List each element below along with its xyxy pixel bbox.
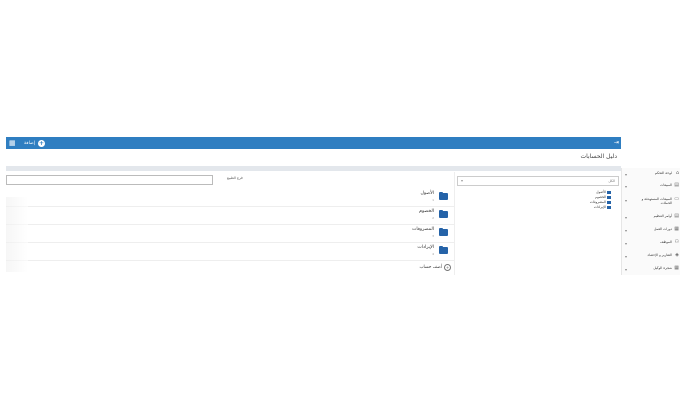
tree-node[interactable]: الإيرادات xyxy=(590,205,611,210)
sidebar-item-label: التقارير و الإحصاء xyxy=(647,253,672,257)
account-row[interactable]: الأصول 1 xyxy=(6,189,454,207)
page-title: دليل الحسابات xyxy=(580,153,617,160)
sidebar-item-campaigns[interactable]: ▭ المبيعات المستهدفة و الحملات ▾ xyxy=(622,194,680,210)
orders-icon: ▤ xyxy=(674,213,679,219)
search-label: فرع الطبيع xyxy=(227,176,243,180)
sales-icon: ▤ xyxy=(674,182,679,188)
account-code: 2 xyxy=(432,216,434,220)
sidebar: ⌂ لوحة التحكم ▾ ▤ المبيعات ▾ ▭ المبيعات … xyxy=(621,168,680,275)
sidebar-item-label: لوحة التحكم xyxy=(654,171,672,175)
panel-shadow xyxy=(6,197,28,272)
campaign-icon: ▭ xyxy=(674,196,679,202)
chevron-down-icon: ▾ xyxy=(625,228,628,233)
user-icon: ⚇ xyxy=(674,239,679,245)
filter-select[interactable]: الكل ▾ xyxy=(457,176,619,186)
workflow-icon: ▦ xyxy=(674,226,679,232)
tree-icon: ▦ xyxy=(674,265,679,271)
accounts-panel: فرع الطبيع الأصول 1 الخصوم 2 المصروفات 3… xyxy=(6,172,455,275)
account-name: المصروفات xyxy=(412,227,434,232)
add-account-button[interactable]: + أضف حساب xyxy=(419,264,451,271)
folder-icon xyxy=(439,245,448,254)
app-window: ▦ + إضافة ⇥ دليل الحسابات فرع الطبيع الأ… xyxy=(0,137,680,275)
sidebar-item-orders[interactable]: ▤ أوامر التنظيم ▾ xyxy=(622,211,680,224)
sidebar-item-employee[interactable]: ⚇ الموظف ▾ xyxy=(622,237,680,250)
tree-node-label: الإيرادات xyxy=(593,205,606,209)
account-code: 3 xyxy=(432,234,434,238)
plus-circle-icon: + xyxy=(38,139,46,147)
add-new-label: إضافة xyxy=(24,140,36,146)
account-name: الخصوم xyxy=(419,209,434,214)
page-header: دليل الحسابات xyxy=(6,149,621,166)
account-code: 1 xyxy=(432,198,434,202)
collapse-sidebar-icon[interactable]: ⇥ xyxy=(614,138,619,148)
sidebar-item-label: دورات العمل xyxy=(653,227,672,231)
accounts-tree: الأصول الخصوم المصروفات الإيرادات xyxy=(590,190,611,210)
sidebar-item-label: المبيعات xyxy=(660,183,672,187)
filter-select-value: الكل xyxy=(608,179,615,183)
chevron-down-icon: ▾ xyxy=(625,267,628,272)
sidebar-item-reports[interactable]: ◈ التقارير و الإحصاء ▾ xyxy=(622,250,680,263)
sidebar-item-workflows[interactable]: ▦ دورات العمل ▾ xyxy=(622,224,680,237)
folder-icon xyxy=(607,206,611,209)
search-input[interactable] xyxy=(6,175,213,185)
sidebar-item-label: شجرة الوكيل xyxy=(653,266,672,270)
account-name: الإيرادات xyxy=(417,245,434,250)
chevron-down-icon: ▾ xyxy=(461,178,464,183)
add-new-button[interactable]: + إضافة xyxy=(24,138,46,148)
folder-icon xyxy=(439,191,448,200)
apps-grid-icon[interactable]: ▦ xyxy=(9,139,17,147)
plus-icon: + xyxy=(444,264,451,271)
header-divider xyxy=(6,166,621,171)
account-code: 4 xyxy=(432,252,434,256)
accounts-tree-panel: الكل ▾ الأصول الخصوم المصروفات الإيرادات xyxy=(455,172,621,275)
chevron-down-icon: ▾ xyxy=(625,198,628,203)
account-row[interactable]: المصروفات 3 xyxy=(6,225,454,243)
folder-icon xyxy=(439,227,448,236)
sidebar-item-label: المبيعات المستهدفة و الحملات xyxy=(641,197,672,205)
folder-icon xyxy=(439,209,448,218)
chevron-down-icon: ▾ xyxy=(625,184,628,189)
chevron-down-icon: ▾ xyxy=(625,172,628,177)
sidebar-item-label: الموظف xyxy=(660,240,672,244)
sidebar-item-sales[interactable]: ▤ المبيعات ▾ xyxy=(622,180,680,193)
sidebar-item-label: أوامر التنظيم xyxy=(653,214,672,218)
account-row[interactable]: الخصوم 2 xyxy=(6,207,454,225)
account-row[interactable]: الإيرادات 4 xyxy=(6,243,454,261)
folder-icon xyxy=(607,196,611,199)
chevron-down-icon: ▾ xyxy=(625,241,628,246)
chevron-down-icon: ▾ xyxy=(625,215,628,220)
chevron-down-icon: ▾ xyxy=(625,254,628,259)
account-name: الأصول xyxy=(420,191,434,196)
sidebar-item-agent-tree[interactable]: ▦ شجرة الوكيل ▾ xyxy=(622,263,680,276)
home-icon: ⌂ xyxy=(675,170,679,176)
top-bar: ▦ + إضافة ⇥ xyxy=(6,137,621,149)
folder-icon xyxy=(607,201,611,204)
add-account-label: أضف حساب xyxy=(419,265,443,270)
folder-icon xyxy=(607,191,611,194)
reports-icon: ◈ xyxy=(675,252,679,258)
